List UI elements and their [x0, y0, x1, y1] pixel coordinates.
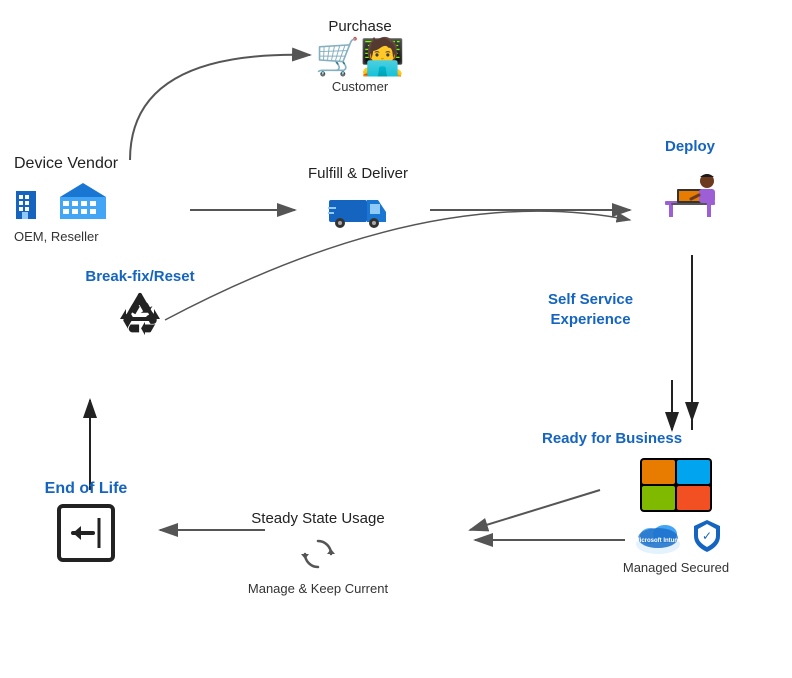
fulfill-label: Fulfill & Deliver — [308, 165, 408, 182]
purchase-icon: 🛒🧑‍💻 — [315, 39, 405, 75]
manage-keep-label: Manage & Keep Current — [248, 581, 388, 596]
tile4 — [677, 486, 710, 510]
tile2 — [677, 460, 710, 484]
recycle-icon: ♻ — [110, 289, 170, 344]
oem-label: OEM, Reseller — [14, 229, 99, 244]
building1-icon — [14, 181, 54, 221]
customer-label: Customer — [332, 79, 388, 94]
steady-state-label: Steady State Usage — [251, 510, 384, 527]
tile1 — [642, 460, 675, 484]
purchase-node: Purchase 🛒🧑‍💻 Customer — [295, 18, 425, 94]
tile3 — [642, 486, 675, 510]
svg-text:✓: ✓ — [702, 529, 712, 543]
managed-secured-label: Managed Secured — [623, 560, 729, 575]
deploy-icon — [655, 159, 725, 219]
diagram: Purchase 🛒🧑‍💻 Customer Device Vendor — [0, 0, 792, 678]
break-fix-label: Break-fix/Reset — [85, 268, 194, 285]
exit-icon — [55, 502, 117, 564]
defender-shield-icon: ✓ — [692, 518, 722, 554]
device-vendor-node: Device Vendor — [14, 155, 194, 244]
deploy-label: Deploy — [665, 138, 715, 155]
end-of-life-label: End of Life — [45, 480, 128, 498]
break-fix-node: Break-fix/Reset ♻ — [60, 268, 220, 344]
fulfill-node: Fulfill & Deliver — [278, 165, 438, 228]
ready-business-node: Ready for Business — [542, 430, 742, 451]
building2-icon — [58, 181, 108, 221]
purchase-label: Purchase — [328, 18, 391, 35]
self-service-node: Self ServiceExperience — [548, 290, 708, 333]
managed-icons-group: Microsoft Intune ✓ — [630, 516, 722, 556]
deploy-node: Deploy — [630, 138, 750, 219]
svg-text:♻: ♻ — [119, 293, 160, 344]
steady-state-node: Steady State Usage Manage & Keep Current — [218, 510, 418, 596]
device-vendor-label: Device Vendor — [14, 155, 118, 173]
managed-secured-node: Microsoft Intune ✓ Managed Secured — [596, 458, 756, 575]
truck-icon — [328, 186, 388, 228]
intune-cloud-icon: Microsoft Intune — [630, 516, 686, 556]
windows-start-icon — [640, 458, 712, 512]
sync-icon — [299, 535, 337, 573]
svg-text:Microsoft Intune: Microsoft Intune — [635, 538, 682, 544]
end-of-life-node: End of Life — [16, 480, 156, 564]
self-service-label: Self ServiceExperience — [548, 290, 633, 329]
ready-business-label: Ready for Business — [542, 430, 682, 447]
